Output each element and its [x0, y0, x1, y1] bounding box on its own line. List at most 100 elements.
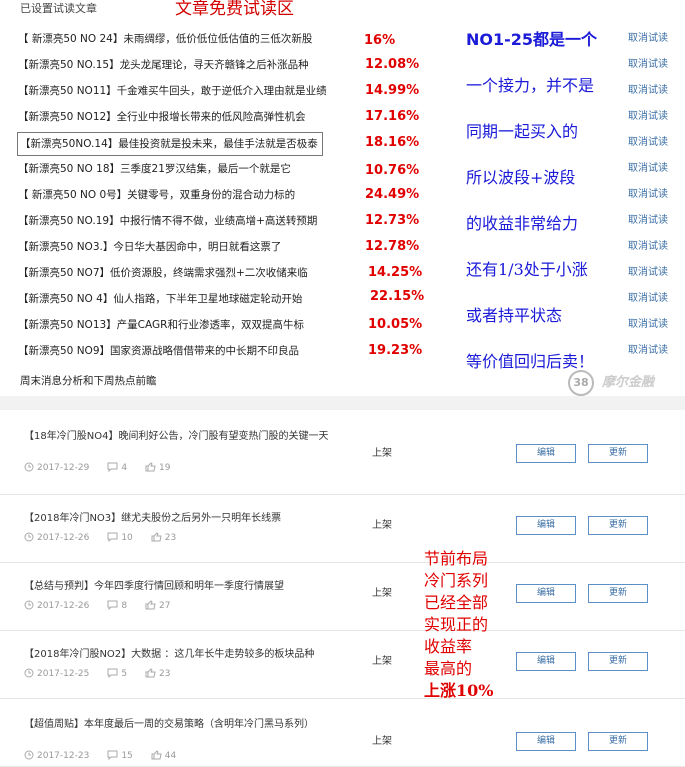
cancel-trial-link[interactable]: 取消试读	[628, 210, 668, 232]
article-title-link[interactable]: 【18年冷门股NO4】晚间利好公告，冷门股有望变热门股的关键一天	[24, 430, 364, 444]
comment-count: 15	[121, 751, 133, 761]
article-return-pct: 22.15%	[370, 289, 425, 304]
cancel-trial-link[interactable]: 取消试读	[628, 158, 668, 180]
blue-annotation-line: 的收益非常给力	[466, 214, 579, 233]
comment-icon	[107, 532, 121, 543]
article-return-pct: 10.05%	[368, 317, 423, 332]
comments: 15	[107, 750, 133, 761]
status-badge: 上架	[372, 448, 392, 459]
blue-annotation-line: 或者持平状态	[466, 306, 563, 325]
article-title-link[interactable]: 【超值周贴】本年度最后一周的交易策略（含明年冷门黑马系列）	[24, 718, 364, 732]
cancel-trial-link[interactable]: 取消试读	[628, 28, 668, 50]
article-return-pct: 18.16%	[365, 135, 420, 150]
red-annotation-line: 最高的	[424, 659, 473, 678]
publish-date: 2017-12-26	[37, 601, 90, 611]
date: 2017-12-26	[24, 600, 89, 611]
edit-button[interactable]: 编辑	[516, 516, 576, 535]
thumbs-up-icon	[151, 750, 165, 761]
comments: 4	[107, 462, 127, 473]
trial-article-link[interactable]: 【新漂亮50 NO 18】三季度21罗汉结集，最后一个就是它	[18, 158, 291, 180]
likes: 19	[145, 462, 171, 473]
trial-article-link[interactable]: 【 新漂亮50 NO 24】未雨绸缪，低价低位低估值的三低次新股	[18, 28, 312, 50]
cancel-trial-link[interactable]: 取消试读	[628, 132, 668, 154]
cancel-trial-link[interactable]: 取消试读	[628, 288, 668, 310]
trial-article-link[interactable]: 【新漂亮50 NO7】低价资源股，终端需求强烈+二次收储来临	[18, 262, 308, 284]
publish-date: 2017-12-23	[37, 751, 90, 761]
panel-title: 已设置试读文章	[20, 2, 97, 15]
edit-button[interactable]: 编辑	[516, 444, 576, 463]
red-annotation-line: 已经全部	[424, 593, 489, 612]
trial-article-link[interactable]: 【新漂亮50NO.14】最佳投资就是投未来，最佳手法就是否极泰	[17, 132, 323, 156]
trial-article-link[interactable]: 【新漂亮50 NO 4】仙人指路，下半年卫星地球磁定轮动开始	[18, 288, 302, 310]
cancel-trial-link[interactable]: 取消试读	[628, 236, 668, 258]
cancel-trial-link[interactable]: 取消试读	[628, 184, 668, 206]
clock-icon	[24, 532, 37, 543]
trial-article-link[interactable]: 【新漂亮50 NO9】国家资源战略借借带来的中长期不印良品	[18, 340, 299, 362]
thumbs-up-icon	[145, 462, 159, 473]
clock-icon	[24, 668, 37, 679]
red-annotation-line: 节前布局	[424, 549, 489, 568]
cancel-trial-link[interactable]: 取消试读	[628, 80, 668, 102]
article-title-link[interactable]: 【2018年冷门股NO2】大数据 ：这几年长牛走势较多的板块品种	[24, 648, 364, 662]
status-badge: 上架	[372, 520, 392, 531]
clock-icon	[24, 462, 37, 473]
article-title-link[interactable]: 【总结与预判】今年四季度行情回顾和明年一季度行情展望	[24, 580, 364, 594]
comment-icon	[107, 668, 121, 679]
edit-button[interactable]: 编辑	[516, 732, 576, 751]
update-button[interactable]: 更新	[588, 652, 648, 671]
update-button[interactable]: 更新	[588, 584, 648, 603]
status-badge: 上架	[372, 588, 392, 599]
trial-article-link[interactable]: 【新漂亮50 NO12】全行业中报增长带来的低风险高弹性机会	[18, 106, 306, 128]
article-meta: 2017-12-23 15 44	[24, 750, 194, 761]
trial-article-link[interactable]: 【新漂亮50 NO.15】龙头龙尾理论，寻天齐赣锋之后补涨品种	[18, 54, 309, 76]
cancel-trial-link[interactable]: 取消试读	[628, 262, 668, 284]
thumbs-up-icon	[145, 600, 159, 611]
update-button[interactable]: 更新	[588, 732, 648, 751]
article-return-pct: 12.73%	[365, 213, 420, 228]
comment-count: 8	[121, 601, 128, 611]
free-trial-banner: 文章免费试读区	[175, 0, 294, 19]
article-meta: 2017-12-26 8 27	[24, 600, 189, 611]
article-title-link[interactable]: 【2018年冷门NO3】继尤夫股份之后另外一只明年长线票	[24, 512, 364, 526]
list-item: 【超值周贴】本年度最后一周的交易策略（含明年冷门黑马系列） 2017-12-23 1…	[0, 698, 685, 767]
clock-icon	[24, 750, 37, 761]
comment-icon	[107, 750, 121, 761]
trial-article-link[interactable]: 【新漂亮50 NO13】产量CAGR和行业渗透率，双双提高牛标	[18, 314, 304, 336]
thumbs-up-icon	[151, 532, 165, 543]
article-return-pct: 14.25%	[368, 265, 423, 280]
list-item: 【2018年冷门股NO2】大数据 ：这几年长牛走势较多的板块品种 2017-12-…	[0, 630, 685, 699]
blue-annotation-line: NO1-25都是一个	[466, 30, 598, 49]
trial-article-link[interactable]: 【 新漂亮50 NO 0号】关键零号，双重身份的混合动力标的	[18, 184, 295, 206]
blue-annotation-line: 一个接力，并不是	[466, 76, 595, 95]
status-badge: 上架	[372, 736, 392, 747]
likes: 27	[145, 600, 171, 611]
cancel-trial-link[interactable]: 取消试读	[628, 340, 668, 362]
section-divider	[0, 396, 685, 410]
edit-button[interactable]: 编辑	[516, 584, 576, 603]
update-button[interactable]: 更新	[588, 516, 648, 535]
cancel-trial-link[interactable]: 取消试读	[628, 314, 668, 336]
status-badge: 上架	[372, 656, 392, 667]
clock-icon	[24, 600, 37, 611]
trial-article-link[interactable]: 【新漂亮50 NO11】千金难买牛回头，敢于逆低介入理由就是业绩	[18, 80, 327, 102]
update-button[interactable]: 更新	[588, 444, 648, 463]
publish-date: 2017-12-25	[37, 669, 90, 679]
cancel-trial-link[interactable]: 取消试读	[628, 54, 668, 76]
comments: 10	[107, 532, 133, 543]
article-return-pct: 14.99%	[365, 83, 420, 98]
red-annotation-line: 实现正的	[424, 615, 489, 634]
weekend-analysis-link[interactable]: 周末消息分析和下周热点前瞻	[20, 373, 157, 388]
article-return-pct: 24.49%	[365, 187, 420, 202]
logo-text: 摩尔金融	[602, 375, 655, 390]
date: 2017-12-29	[24, 462, 89, 473]
trial-article-link[interactable]: 【新漂亮50 NO.19】中报行情不得不做，业绩高增+高送转预期	[18, 210, 317, 232]
blue-annotation-line: 所以波段+波段	[466, 168, 576, 187]
like-count: 44	[164, 751, 177, 761]
cancel-trial-link[interactable]: 取消试读	[628, 106, 668, 128]
comment-icon	[107, 600, 121, 611]
article-meta: 2017-12-29 4 19	[24, 462, 189, 473]
edit-button[interactable]: 编辑	[516, 652, 576, 671]
red-annotation-line: 冷门系列	[424, 571, 489, 590]
blue-annotation-line: 还有1/3处于小涨	[466, 260, 588, 279]
trial-article-link[interactable]: 【新漂亮50 NO3.】今日华大基因命中，明日就看这票了	[18, 236, 281, 258]
